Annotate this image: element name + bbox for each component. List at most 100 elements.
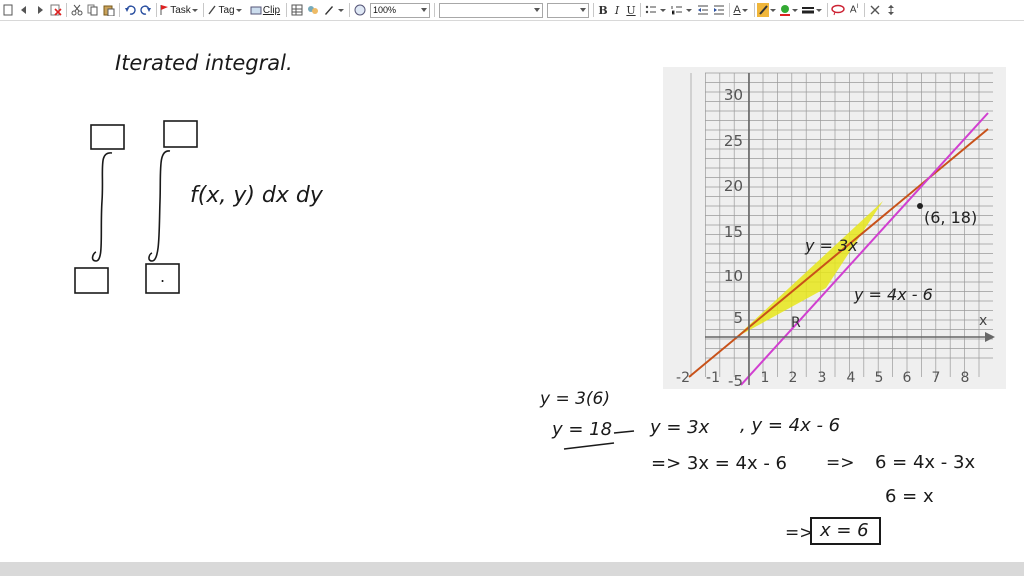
chevron-down-icon <box>741 8 748 12</box>
work-line-5: 6 = x <box>885 486 934 507</box>
lower-bound-dot: . <box>160 267 166 286</box>
x-tick-label: 6 <box>903 370 912 386</box>
upper-bound-outer-box <box>90 124 125 150</box>
toolbar-separator <box>66 3 67 17</box>
zoom-value: 100% <box>373 5 397 15</box>
back-icon[interactable] <box>16 1 32 19</box>
line-style-icon <box>802 7 814 14</box>
note-title: Iterated integral. <box>115 51 293 75</box>
page-icon[interactable] <box>0 1 16 19</box>
work-line-4c: 6 = 4x - 3x <box>875 452 976 473</box>
forward-icon[interactable] <box>32 1 48 19</box>
outdent-icon[interactable] <box>695 1 711 19</box>
y-tick-label: 5 <box>733 309 743 327</box>
pen-icon[interactable] <box>321 1 337 19</box>
tag-button[interactable]: Tag <box>206 1 246 19</box>
line1-label: y = 3x <box>804 236 858 255</box>
tag-label: Tag <box>218 4 235 16</box>
toolbar-separator <box>119 3 120 17</box>
task-label: Task <box>170 4 191 16</box>
intersection-point <box>917 203 923 209</box>
y-tick-label: 20 <box>724 177 743 195</box>
ink-icon[interactable] <box>305 1 321 19</box>
y-tick-label: -5 <box>728 372 743 389</box>
text-color-button[interactable]: A <box>732 1 752 19</box>
note-canvas[interactable]: Iterated integral. . f(x, y) dx dy 30 2 5 2… <box>0 21 1024 562</box>
paste-icon[interactable] <box>101 1 117 19</box>
toolbar-separator <box>434 3 435 17</box>
italic-button[interactable]: I <box>610 1 624 19</box>
chevron-down-icon <box>770 8 776 12</box>
toolbar-separator <box>593 3 594 17</box>
text-color-icon: A <box>733 4 741 16</box>
task-flag-icon <box>160 5 169 15</box>
y-tick-label: 10 <box>724 267 743 285</box>
undo-icon[interactable] <box>122 1 138 19</box>
y-tick-label: 30 <box>724 86 743 104</box>
close-icon[interactable] <box>867 1 883 19</box>
cut-icon[interactable] <box>69 1 85 19</box>
chevron-down-icon <box>534 7 540 12</box>
graph-image: 30 25 20 15 10 5 -5 -2 -1 1 2 3 4 5 6 7 8 x (6, 18) y =… <box>663 67 1006 389</box>
highlighter-button[interactable] <box>757 1 779 19</box>
toolbar-separator <box>864 3 865 17</box>
x-tick-label: 7 <box>932 370 941 386</box>
chevron-down-icon[interactable] <box>660 8 666 12</box>
work-line-1: y = 3(6) <box>540 389 611 409</box>
bottom-scrollbar[interactable] <box>0 562 1024 576</box>
chevron-down-icon <box>792 8 798 12</box>
font-size-select[interactable] <box>547 2 589 18</box>
work-line-3b: , y = 4x - 6 <box>740 415 841 436</box>
chevron-down-icon <box>580 7 586 12</box>
bullet-list-icon[interactable] <box>643 1 659 19</box>
x-tick-label: 4 <box>847 370 856 386</box>
clip-button[interactable]: Clip <box>246 1 284 19</box>
x-tick-label: 8 <box>961 370 970 386</box>
pen-color-icon <box>780 5 790 16</box>
x-tick-label: 5 <box>875 370 884 386</box>
toolbar-separator <box>156 3 157 17</box>
y-tick-label: 15 <box>724 223 743 241</box>
toolbar-separator <box>729 3 730 17</box>
indent-icon[interactable] <box>711 1 727 19</box>
task-button[interactable]: Task <box>159 1 201 19</box>
x-tick-label: -2 <box>676 370 690 386</box>
chevron-down-icon <box>191 8 198 12</box>
chevron-down-icon[interactable] <box>686 8 692 12</box>
toolbar-separator <box>349 3 350 17</box>
line-style-button[interactable] <box>801 1 825 19</box>
toolbar: Task Tag Clip 100% B I U A AI <box>0 0 1024 21</box>
bold-button[interactable]: B <box>596 1 610 19</box>
chevron-down-icon[interactable] <box>338 8 344 12</box>
redo-icon[interactable] <box>138 1 154 19</box>
upper-bound-inner-box <box>163 120 198 148</box>
x-tick-label: 1 <box>761 370 770 386</box>
number-list-icon[interactable] <box>669 1 685 19</box>
chevron-down-icon <box>235 8 242 12</box>
pen-color-button[interactable] <box>779 1 801 19</box>
toolbar-separator <box>640 3 641 17</box>
toolbar-separator <box>286 3 287 17</box>
x-axis-label: x <box>979 313 987 329</box>
ink-to-text-icon[interactable]: AI <box>846 1 862 19</box>
integrand-text: f(x, y) dx dy <box>190 183 323 208</box>
chevron-down-icon <box>816 8 822 12</box>
toolbar-separator <box>754 3 755 17</box>
inner-integral-sign <box>148 150 171 262</box>
x-tick-label: 2 <box>789 370 798 386</box>
lasso-icon[interactable] <box>830 1 846 19</box>
region-label: R <box>791 315 801 331</box>
line2-label: y = 4x - 6 <box>853 285 933 304</box>
chevron-down-icon <box>421 7 427 12</box>
zoom-select[interactable]: 100% <box>370 2 430 18</box>
globe-icon[interactable] <box>352 1 368 19</box>
graph-background <box>663 67 1006 389</box>
arrange-icon[interactable] <box>883 1 899 19</box>
table-icon[interactable] <box>289 1 305 19</box>
font-select[interactable] <box>439 2 543 18</box>
underline-button[interactable]: U <box>624 1 638 19</box>
copy-icon[interactable] <box>85 1 101 19</box>
highlighter-icon <box>757 3 769 17</box>
work-line-4b: => <box>826 453 855 473</box>
delete-icon[interactable] <box>48 1 64 19</box>
